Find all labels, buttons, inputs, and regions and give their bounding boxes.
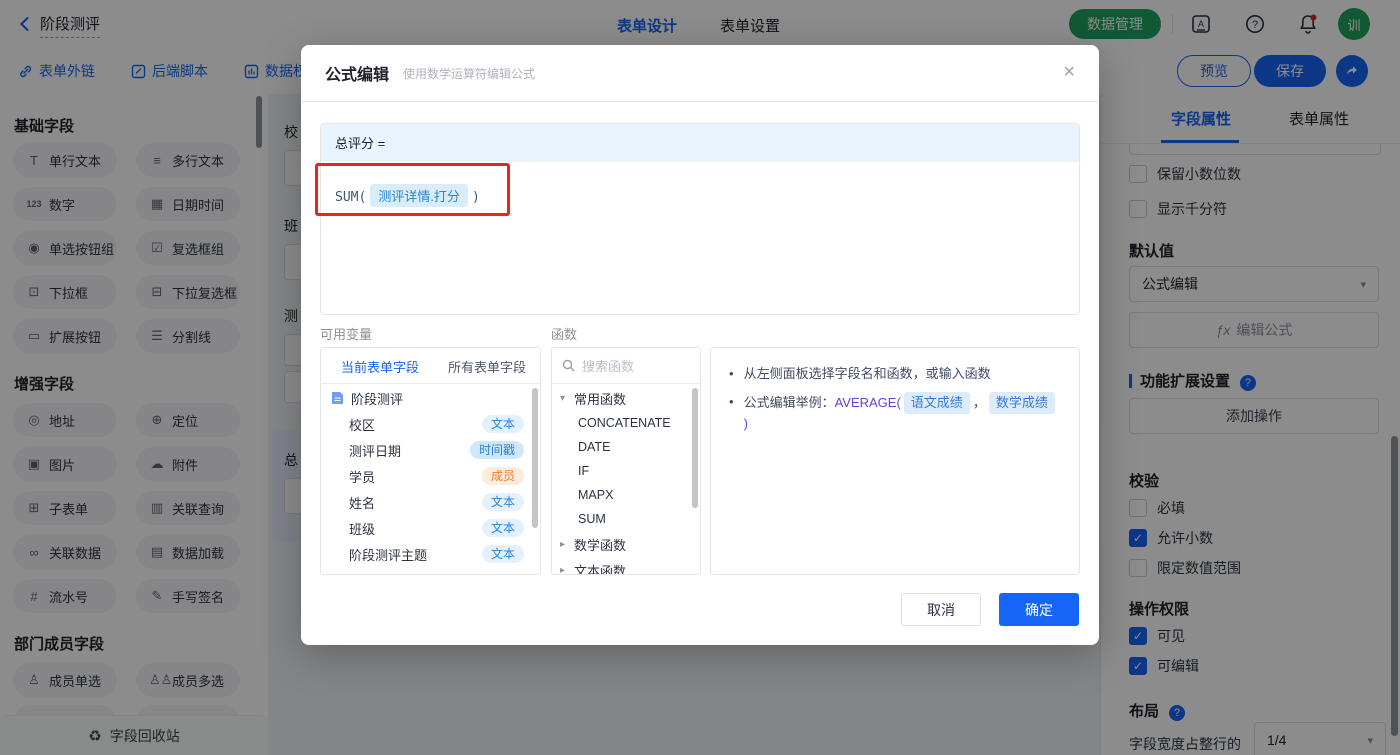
- formula-target: 总评分 =: [321, 124, 1079, 162]
- variable-field-row[interactable]: 姓名文本: [321, 489, 540, 515]
- field-type-tag: 文本: [482, 415, 524, 433]
- variable-field-row[interactable]: 学员成员: [321, 463, 540, 489]
- tab-all-form-fields[interactable]: 所有表单字段: [448, 357, 526, 376]
- tree-root-form[interactable]: 阶段测评: [321, 385, 540, 411]
- form-designer-app: 阶段测评 表单设计 表单设置 数据管理 A ? 训 表单外链 后端脚本 数据权限…: [0, 0, 1400, 755]
- search-icon: [562, 359, 575, 372]
- variable-field-row[interactable]: 测评日期时间戳: [321, 437, 540, 463]
- example-field-pill: 数学成绩: [989, 392, 1055, 414]
- field-type-tag: 文本: [482, 545, 524, 563]
- functions-scrollbar[interactable]: [692, 388, 698, 508]
- form-doc-icon: [331, 391, 344, 405]
- caret-down-icon: ▾: [560, 393, 570, 404]
- help-tip-2: • 公式编辑举例：AVERAGE(语文成绩，数学成绩): [729, 392, 1061, 434]
- functions-label: 函数: [551, 324, 577, 343]
- function-item[interactable]: DATE: [552, 435, 700, 459]
- variables-panel: 当前表单字段 所有表单字段 阶段测评 校区文本 测评日期时间戳 学员成员 姓名文…: [320, 347, 541, 575]
- function-item[interactable]: CONCATENATE: [552, 411, 700, 435]
- help-tip-1: • 从左侧面板选择字段名和函数，或输入函数: [729, 364, 1061, 384]
- caret-right-icon: ▸: [560, 539, 570, 550]
- formula-help-panel: • 从左侧面板选择字段名和函数，或输入函数 • 公式编辑举例：AVERAGE(语…: [710, 347, 1080, 575]
- formula-function-close: ): [472, 190, 480, 205]
- cancel-button[interactable]: 取消: [901, 593, 981, 626]
- variables-tabs: 当前表单字段 所有表单字段: [321, 348, 540, 384]
- confirm-button[interactable]: 确定: [999, 593, 1079, 626]
- function-item[interactable]: SUM: [552, 507, 700, 531]
- dialog-subtitle: 使用数学运算符编辑公式: [403, 65, 535, 82]
- close-icon[interactable]: ×: [1063, 62, 1075, 82]
- variables-label: 可用变量: [320, 324, 372, 343]
- function-group-text[interactable]: ▸文本函数: [552, 557, 700, 575]
- formula-edit-dialog: 公式编辑 使用数学运算符编辑公式 × 总评分 = SUM( 测评详情.打分) 可用…: [301, 45, 1099, 645]
- bullet: •: [729, 392, 734, 412]
- formula-function-open: SUM(: [335, 190, 366, 205]
- variable-field-row[interactable]: 班级文本: [321, 515, 540, 541]
- function-search-input[interactable]: 搜索函数: [552, 348, 700, 384]
- function-item[interactable]: IF: [552, 459, 700, 483]
- example-function-name: AVERAGE(: [835, 395, 901, 410]
- functions-panel: 搜索函数 ▾常用函数 CONCATENATE DATE IF MAPX SUM …: [551, 347, 701, 575]
- function-group-common[interactable]: ▾常用函数: [552, 385, 700, 411]
- formula-field-pill[interactable]: 测评详情.打分: [370, 184, 468, 207]
- formula-expression[interactable]: SUM( 测评详情.打分): [321, 162, 1079, 207]
- field-type-tag: 成员: [482, 467, 524, 485]
- bullet: •: [729, 364, 734, 384]
- formula-editor[interactable]: 总评分 = SUM( 测评详情.打分): [320, 123, 1080, 315]
- field-type-tag: 时间戳: [470, 441, 524, 459]
- tab-current-form-fields[interactable]: 当前表单字段: [341, 357, 419, 376]
- caret-right-icon: ▸: [560, 565, 570, 576]
- function-group-math[interactable]: ▸数学函数: [552, 531, 700, 557]
- search-placeholder: 搜索函数: [582, 356, 634, 375]
- dialog-title: 公式编辑: [325, 61, 389, 85]
- variables-scrollbar[interactable]: [532, 388, 538, 528]
- example-function-close: ): [744, 416, 748, 431]
- field-type-tag: 文本: [482, 493, 524, 511]
- field-type-tag: 文本: [482, 519, 524, 537]
- function-item[interactable]: MAPX: [552, 483, 700, 507]
- variable-field-row[interactable]: 校区文本: [321, 411, 540, 437]
- dialog-header: 公式编辑 使用数学运算符编辑公式 ×: [301, 45, 1099, 102]
- example-field-pill: 语文成绩: [904, 392, 970, 414]
- variable-field-row[interactable]: 阶段测评主题文本: [321, 541, 540, 567]
